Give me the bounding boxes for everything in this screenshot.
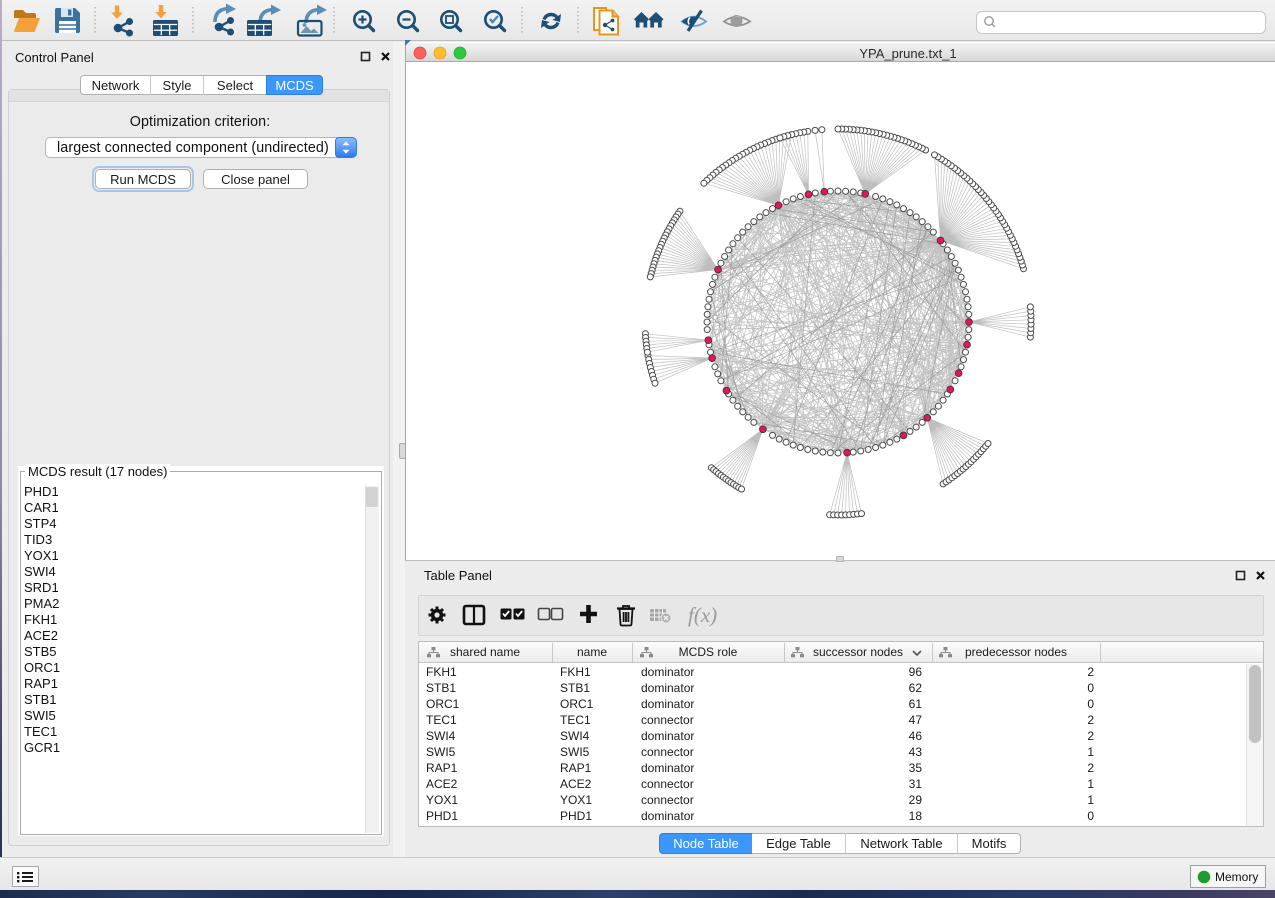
svg-text:f(x): f(x) — [688, 603, 717, 627]
